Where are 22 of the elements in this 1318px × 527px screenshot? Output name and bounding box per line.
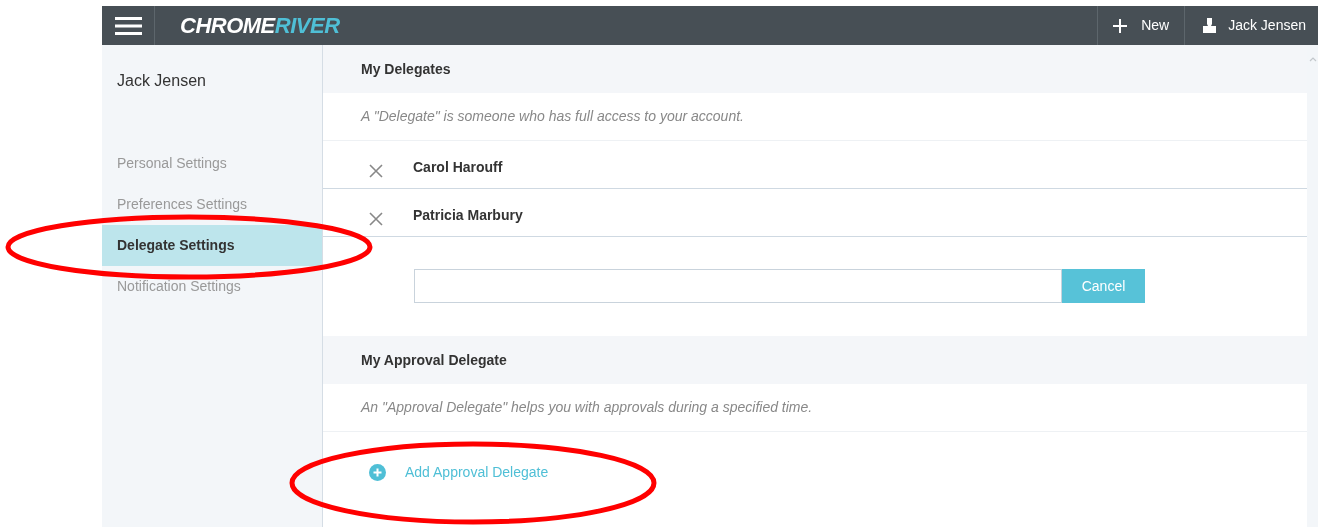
delegate-name: Patricia Marbury (413, 206, 523, 225)
plus-circle-icon (369, 464, 386, 481)
cancel-button[interactable]: Cancel (1062, 269, 1145, 303)
delegate-name: Carol Harouff (413, 158, 503, 177)
remove-button[interactable] (369, 211, 385, 227)
sidebar-item[interactable]: Delegate Settings (102, 225, 322, 266)
section-title: My Delegates (361, 59, 451, 79)
sidebar-item[interactable]: Personal Settings (102, 143, 322, 184)
section-description: An "Approval Delegate" helps you with approvals during a specified time. (361, 398, 813, 417)
sidebar-item[interactable]: Preferences Settings (102, 184, 322, 225)
sidebar-item[interactable]: Notification Settings (102, 266, 322, 307)
chrome-river-logo: CHROMERIVER (180, 12, 340, 40)
add-approval-delegate-link[interactable]: Add Approval Delegate (369, 462, 549, 483)
section-title: My Approval Delegate (361, 350, 507, 370)
section-description: A "Delegate" is someone who has full access to your account. (361, 107, 744, 126)
user-name: Jack Jensen (116, 71, 207, 91)
user-icon (1203, 18, 1217, 33)
close-icon (369, 164, 383, 178)
remove-button[interactable] (369, 163, 385, 179)
menu-icon (114, 16, 142, 35)
plus-icon (1113, 18, 1128, 33)
close-icon (369, 212, 383, 226)
